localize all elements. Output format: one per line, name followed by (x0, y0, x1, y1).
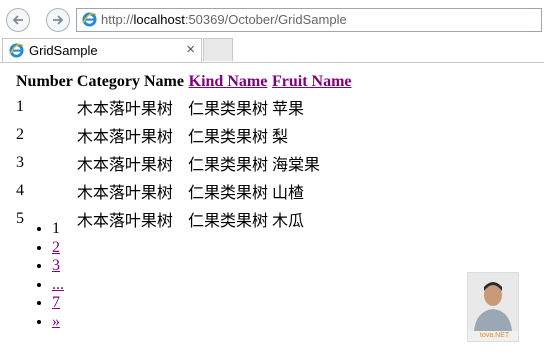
pager-link-2[interactable]: 2 (52, 239, 60, 256)
new-tab-button[interactable] (203, 38, 233, 61)
cell-number: 3 (16, 154, 24, 171)
cell-fruit: 山楂 (271, 185, 304, 202)
header-fruit-name: Fruit Name (271, 72, 353, 92)
cell-category: 木本落叶果树 (76, 185, 173, 202)
cell-kind: 仁果类果树 (187, 157, 268, 174)
tab-gridsample[interactable]: GridSample × (2, 38, 202, 62)
cell-kind: 仁果类果树 (187, 185, 268, 202)
table-row: 3 木本落叶果树 仁果类果树 海棠果 (15, 150, 353, 176)
forward-arrow-icon (53, 15, 64, 25)
back-button[interactable] (6, 8, 30, 32)
cell-fruit: 木瓜 (271, 213, 304, 230)
cell-category: 木本落叶果树 (76, 157, 173, 174)
pager-item: ... (52, 276, 64, 295)
back-arrow-icon (12, 15, 23, 25)
cell-fruit: 梨 (271, 129, 288, 146)
url-text: http://localhost:50369/October/GridSampl… (101, 12, 347, 27)
sort-fruit-name-link[interactable]: Fruit Name (272, 73, 352, 90)
pager-link-3[interactable]: 3 (52, 257, 60, 274)
ie-logo-icon (82, 12, 97, 27)
grid-header-row: Number Category Name Kind Name Fruit Nam… (15, 72, 353, 92)
cell-kind: 仁果类果树 (187, 101, 268, 118)
cell-number: 2 (16, 126, 24, 143)
table-row: 5 木本落叶果树 仁果类果树 木瓜 (15, 206, 353, 232)
browser-chrome: http://localhost:50369/October/GridSampl… (0, 0, 544, 63)
tab-title: GridSample (29, 43, 98, 58)
grid-table: Number Category Name Kind Name Fruit Nam… (13, 70, 355, 234)
header-category-name: Category Name (76, 73, 184, 90)
cell-number: 1 (16, 98, 24, 115)
table-row: 1 木本落叶果树 仁果类果树 苹果 (15, 94, 353, 120)
person-photo-icon (468, 273, 518, 331)
pager-link-7[interactable]: 7 (52, 294, 60, 311)
cell-number: 4 (16, 182, 24, 199)
table-row: 4 木本落叶果树 仁果类果树 山楂 (15, 178, 353, 204)
pager-item: » (52, 313, 64, 332)
cell-category: 木本落叶果树 (76, 129, 173, 146)
close-icon[interactable]: × (186, 41, 195, 58)
cell-category: 木本落叶果树 (76, 213, 173, 230)
address-bar[interactable]: http://localhost:50369/October/GridSampl… (76, 8, 542, 32)
pager-item: 3 (52, 257, 64, 276)
pager-link-ellipsis[interactable]: ... (52, 276, 64, 293)
page-content: Number Category Name Kind Name Fruit Nam… (0, 62, 544, 356)
pager-current-page: 1 (52, 220, 64, 239)
pager-item: 2 (52, 239, 64, 258)
header-kind-name: Kind Name (187, 72, 269, 92)
header-number: Number (16, 73, 73, 90)
cell-fruit: 苹果 (271, 101, 304, 118)
cell-fruit: 海棠果 (271, 157, 320, 174)
table-row: 2 木本落叶果树 仁果类果树 梨 (15, 122, 353, 148)
cell-kind: 仁果类果树 (187, 213, 268, 230)
avatar-thumbnail: tova.NET (467, 272, 519, 342)
pager-item: 7 (52, 294, 64, 313)
ie-logo-icon (9, 43, 24, 58)
sort-kind-name-link[interactable]: Kind Name (189, 73, 268, 90)
forward-button[interactable] (46, 8, 70, 32)
cell-kind: 仁果类果树 (187, 129, 268, 146)
tab-strip: GridSample × (0, 36, 544, 63)
pager-link-next[interactable]: » (52, 313, 60, 330)
pager: 1 2 3 ... 7 » (34, 220, 64, 331)
watermark-text: tova.NET (480, 332, 510, 339)
cell-category: 木本落叶果树 (76, 101, 173, 118)
